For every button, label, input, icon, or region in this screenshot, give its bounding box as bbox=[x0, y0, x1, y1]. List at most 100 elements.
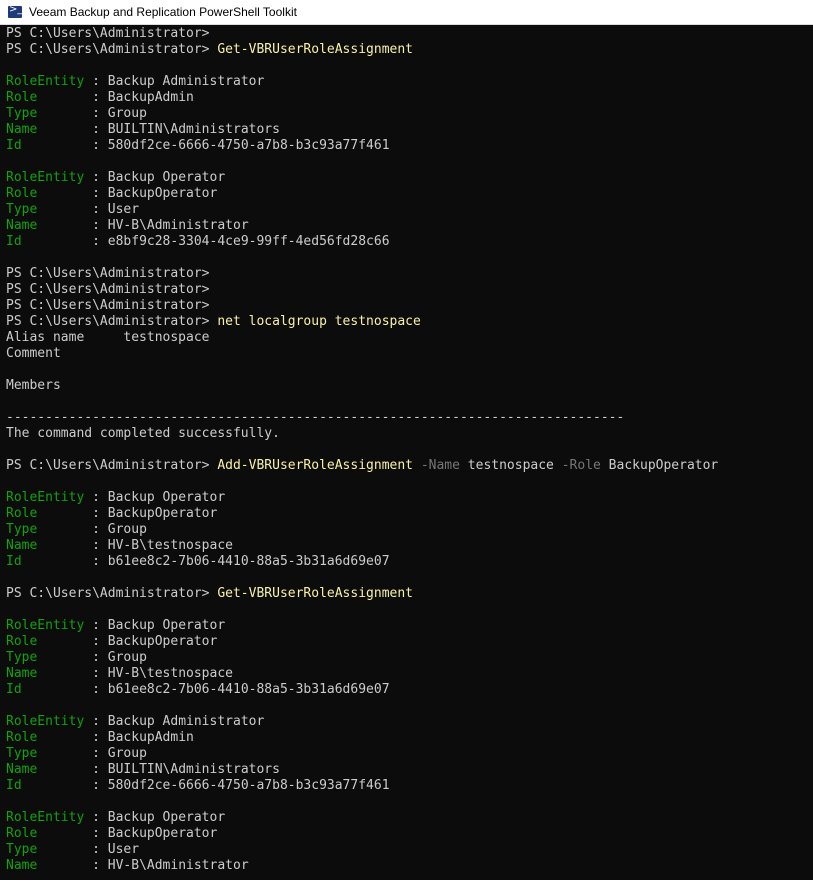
console-text: : HV-B\testnospace bbox=[84, 666, 233, 681]
property-label: Name bbox=[6, 122, 85, 137]
console-line: PS C:\Users\Administrator> bbox=[6, 26, 813, 42]
console-line: Id : 580df2ce-6666-4750-a7b8-b3c93a77f46… bbox=[6, 138, 813, 154]
console-line: Id : e8bf9c28-3304-4ce9-99ff-4ed56fd28c6… bbox=[6, 234, 813, 250]
console-text: : 580df2ce-6666-4750-a7b8-b3c93a77f461 bbox=[84, 138, 390, 153]
console-line: Name : HV-B\Administrator bbox=[6, 858, 813, 874]
console-line: Role : BackupOperator bbox=[6, 506, 813, 522]
console-line: Name : HV-B\Administrator bbox=[6, 218, 813, 234]
console-line: Name : HV-B\testnospace bbox=[6, 666, 813, 682]
console-line: Role : BackupOperator bbox=[6, 634, 813, 650]
console-text: ----------------------------------------… bbox=[6, 410, 625, 425]
property-label: Id bbox=[6, 234, 85, 249]
property-label: Id bbox=[6, 682, 85, 697]
property-label: Role bbox=[6, 826, 85, 841]
console-text: : HV-B\Administrator bbox=[84, 858, 249, 873]
property-label: Name bbox=[6, 218, 85, 233]
console-line: Id : 580df2ce-6666-4750-a7b8-b3c93a77f46… bbox=[6, 778, 813, 794]
console-text: PS C:\Users\Administrator> bbox=[6, 42, 218, 57]
console-line: PS C:\Users\Administrator> bbox=[6, 282, 813, 298]
console-line: The command completed successfully. bbox=[6, 426, 813, 442]
console-text: : BackupOperator bbox=[84, 634, 218, 649]
console-text: PS C:\Users\Administrator> bbox=[6, 282, 210, 297]
console-line: Name : BUILTIN\Administrators bbox=[6, 122, 813, 138]
console-text: : User bbox=[84, 202, 140, 217]
powershell-window: >_ Veeam Backup and Replication PowerShe… bbox=[0, 0, 813, 880]
property-label: Role bbox=[6, 506, 85, 521]
console-text: : e8bf9c28-3304-4ce9-99ff-4ed56fd28c66 bbox=[84, 234, 390, 249]
console-text: : BUILTIN\Administrators bbox=[84, 122, 280, 137]
console-text: PS C:\Users\Administrator> bbox=[6, 586, 218, 601]
powershell-icon: >_ bbox=[8, 4, 22, 18]
console-line: Members bbox=[6, 378, 813, 394]
console-line: RoleEntity : Backup Administrator bbox=[6, 714, 813, 730]
console-line: Type : Group bbox=[6, 106, 813, 122]
console-line: Name : HV-B\testnospace bbox=[6, 538, 813, 554]
console-text: : Backup Administrator bbox=[84, 714, 265, 729]
console-text: PS C:\Users\Administrator> bbox=[6, 314, 218, 329]
property-label: Id bbox=[6, 778, 85, 793]
property-label: RoleEntity bbox=[6, 618, 85, 633]
property-label: Type bbox=[6, 746, 85, 761]
property-label: Name bbox=[6, 666, 85, 681]
console-line: RoleEntity : Backup Operator bbox=[6, 170, 813, 186]
console-text: PS C:\Users\Administrator> bbox=[6, 26, 210, 41]
property-label: RoleEntity bbox=[6, 714, 85, 729]
property-label: Type bbox=[6, 106, 85, 121]
console-text: Comment bbox=[6, 346, 61, 361]
console-line: RoleEntity : Backup Operator bbox=[6, 618, 813, 634]
console-line: PS C:\Users\Administrator> bbox=[6, 298, 813, 314]
console-line: Role : BackupAdmin bbox=[6, 730, 813, 746]
title-bar[interactable]: >_ Veeam Backup and Replication PowerShe… bbox=[0, 0, 813, 25]
console-text: : Group bbox=[84, 106, 147, 121]
property-label: RoleEntity bbox=[6, 490, 85, 505]
property-label: Role bbox=[6, 186, 85, 201]
console-text: PS C:\Users\Administrator> bbox=[6, 298, 210, 313]
command-text: Add-VBRUserRoleAssignment bbox=[217, 458, 413, 473]
console-output[interactable]: PS C:\Users\Administrator> PS C:\Users\Ad… bbox=[6, 26, 813, 880]
command-text: Get-VBRUserRoleAssignment bbox=[217, 586, 413, 601]
console-line: Role : BackupOperator bbox=[6, 186, 813, 202]
console-text: : 580df2ce-6666-4750-a7b8-b3c93a77f461 bbox=[84, 778, 390, 793]
property-label: RoleEntity bbox=[6, 74, 85, 89]
property-label: Name bbox=[6, 762, 85, 777]
parameter-text: -Role bbox=[553, 458, 601, 473]
command-text: Get-VBRUserRoleAssignment bbox=[217, 42, 413, 57]
console-text: : BackupAdmin bbox=[84, 90, 194, 105]
console-line: Type : Group bbox=[6, 522, 813, 538]
console-text: : b61ee8c2-7b06-4410-88a5-3b31a6d69e07 bbox=[84, 554, 390, 569]
console-line: Alias name testnospace bbox=[6, 330, 813, 346]
property-label: Name bbox=[6, 858, 85, 873]
console-text: Members bbox=[6, 378, 61, 393]
window-title: Veeam Backup and Replication PowerShell … bbox=[29, 5, 297, 19]
console-text: : Group bbox=[84, 746, 147, 761]
property-label: RoleEntity bbox=[6, 810, 85, 825]
property-label: Type bbox=[6, 202, 85, 217]
property-label: Id bbox=[6, 138, 85, 153]
console-line: PS C:\Users\Administrator> Get-VBRUserRo… bbox=[6, 586, 813, 602]
console-text: BackupOperator bbox=[600, 458, 719, 473]
console-text: : BackupOperator bbox=[84, 826, 218, 841]
console-text: : BackupOperator bbox=[84, 186, 218, 201]
console-line: Id : b61ee8c2-7b06-4410-88a5-3b31a6d69e0… bbox=[6, 554, 813, 570]
console-text: : BUILTIN\Administrators bbox=[84, 762, 280, 777]
console-line: RoleEntity : Backup Operator bbox=[6, 810, 813, 826]
console-text: : Backup Administrator bbox=[84, 74, 265, 89]
console-line: Comment bbox=[6, 346, 813, 362]
property-label: Type bbox=[6, 522, 85, 537]
console-text: : HV-B\Administrator bbox=[84, 218, 249, 233]
property-label: Id bbox=[6, 554, 85, 569]
console-text: : Backup Operator bbox=[84, 810, 226, 825]
parameter-text: -Name bbox=[413, 458, 460, 473]
console-text: : HV-B\testnospace bbox=[84, 538, 233, 553]
console-line: Type : Group bbox=[6, 650, 813, 666]
console-text: : Group bbox=[84, 650, 147, 665]
console-line: PS C:\Users\Administrator> bbox=[6, 266, 813, 282]
